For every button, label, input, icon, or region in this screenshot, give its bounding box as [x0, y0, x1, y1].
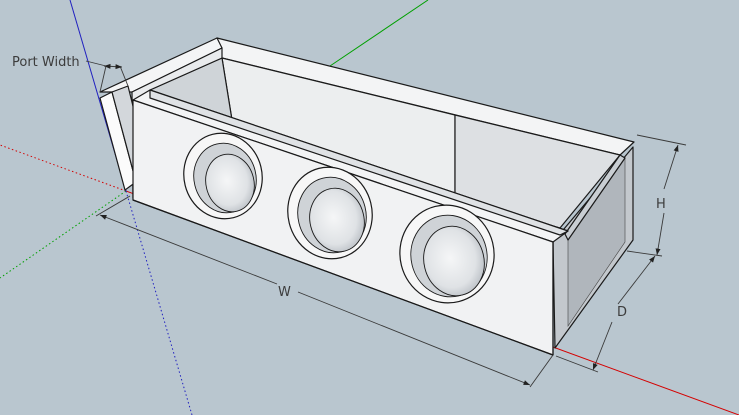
enclosure-box[interactable] — [99, 37, 635, 356]
green-axis-dotted — [0, 190, 127, 279]
green-axis-solid — [329, 0, 429, 67]
depth-label: D — [617, 305, 627, 320]
blue-axis-dotted — [125, 190, 193, 415]
height-label: H — [656, 197, 666, 212]
dimension-height[interactable]: H — [626, 134, 687, 257]
subwoofer-box-model[interactable]: W H D Port Width — [0, 0, 739, 415]
modeling-viewport[interactable]: W H D Port Width — [0, 0, 739, 415]
port-width-label: Port Width — [12, 55, 80, 70]
red-axis-dotted — [0, 144, 127, 192]
width-label: W — [278, 285, 291, 300]
